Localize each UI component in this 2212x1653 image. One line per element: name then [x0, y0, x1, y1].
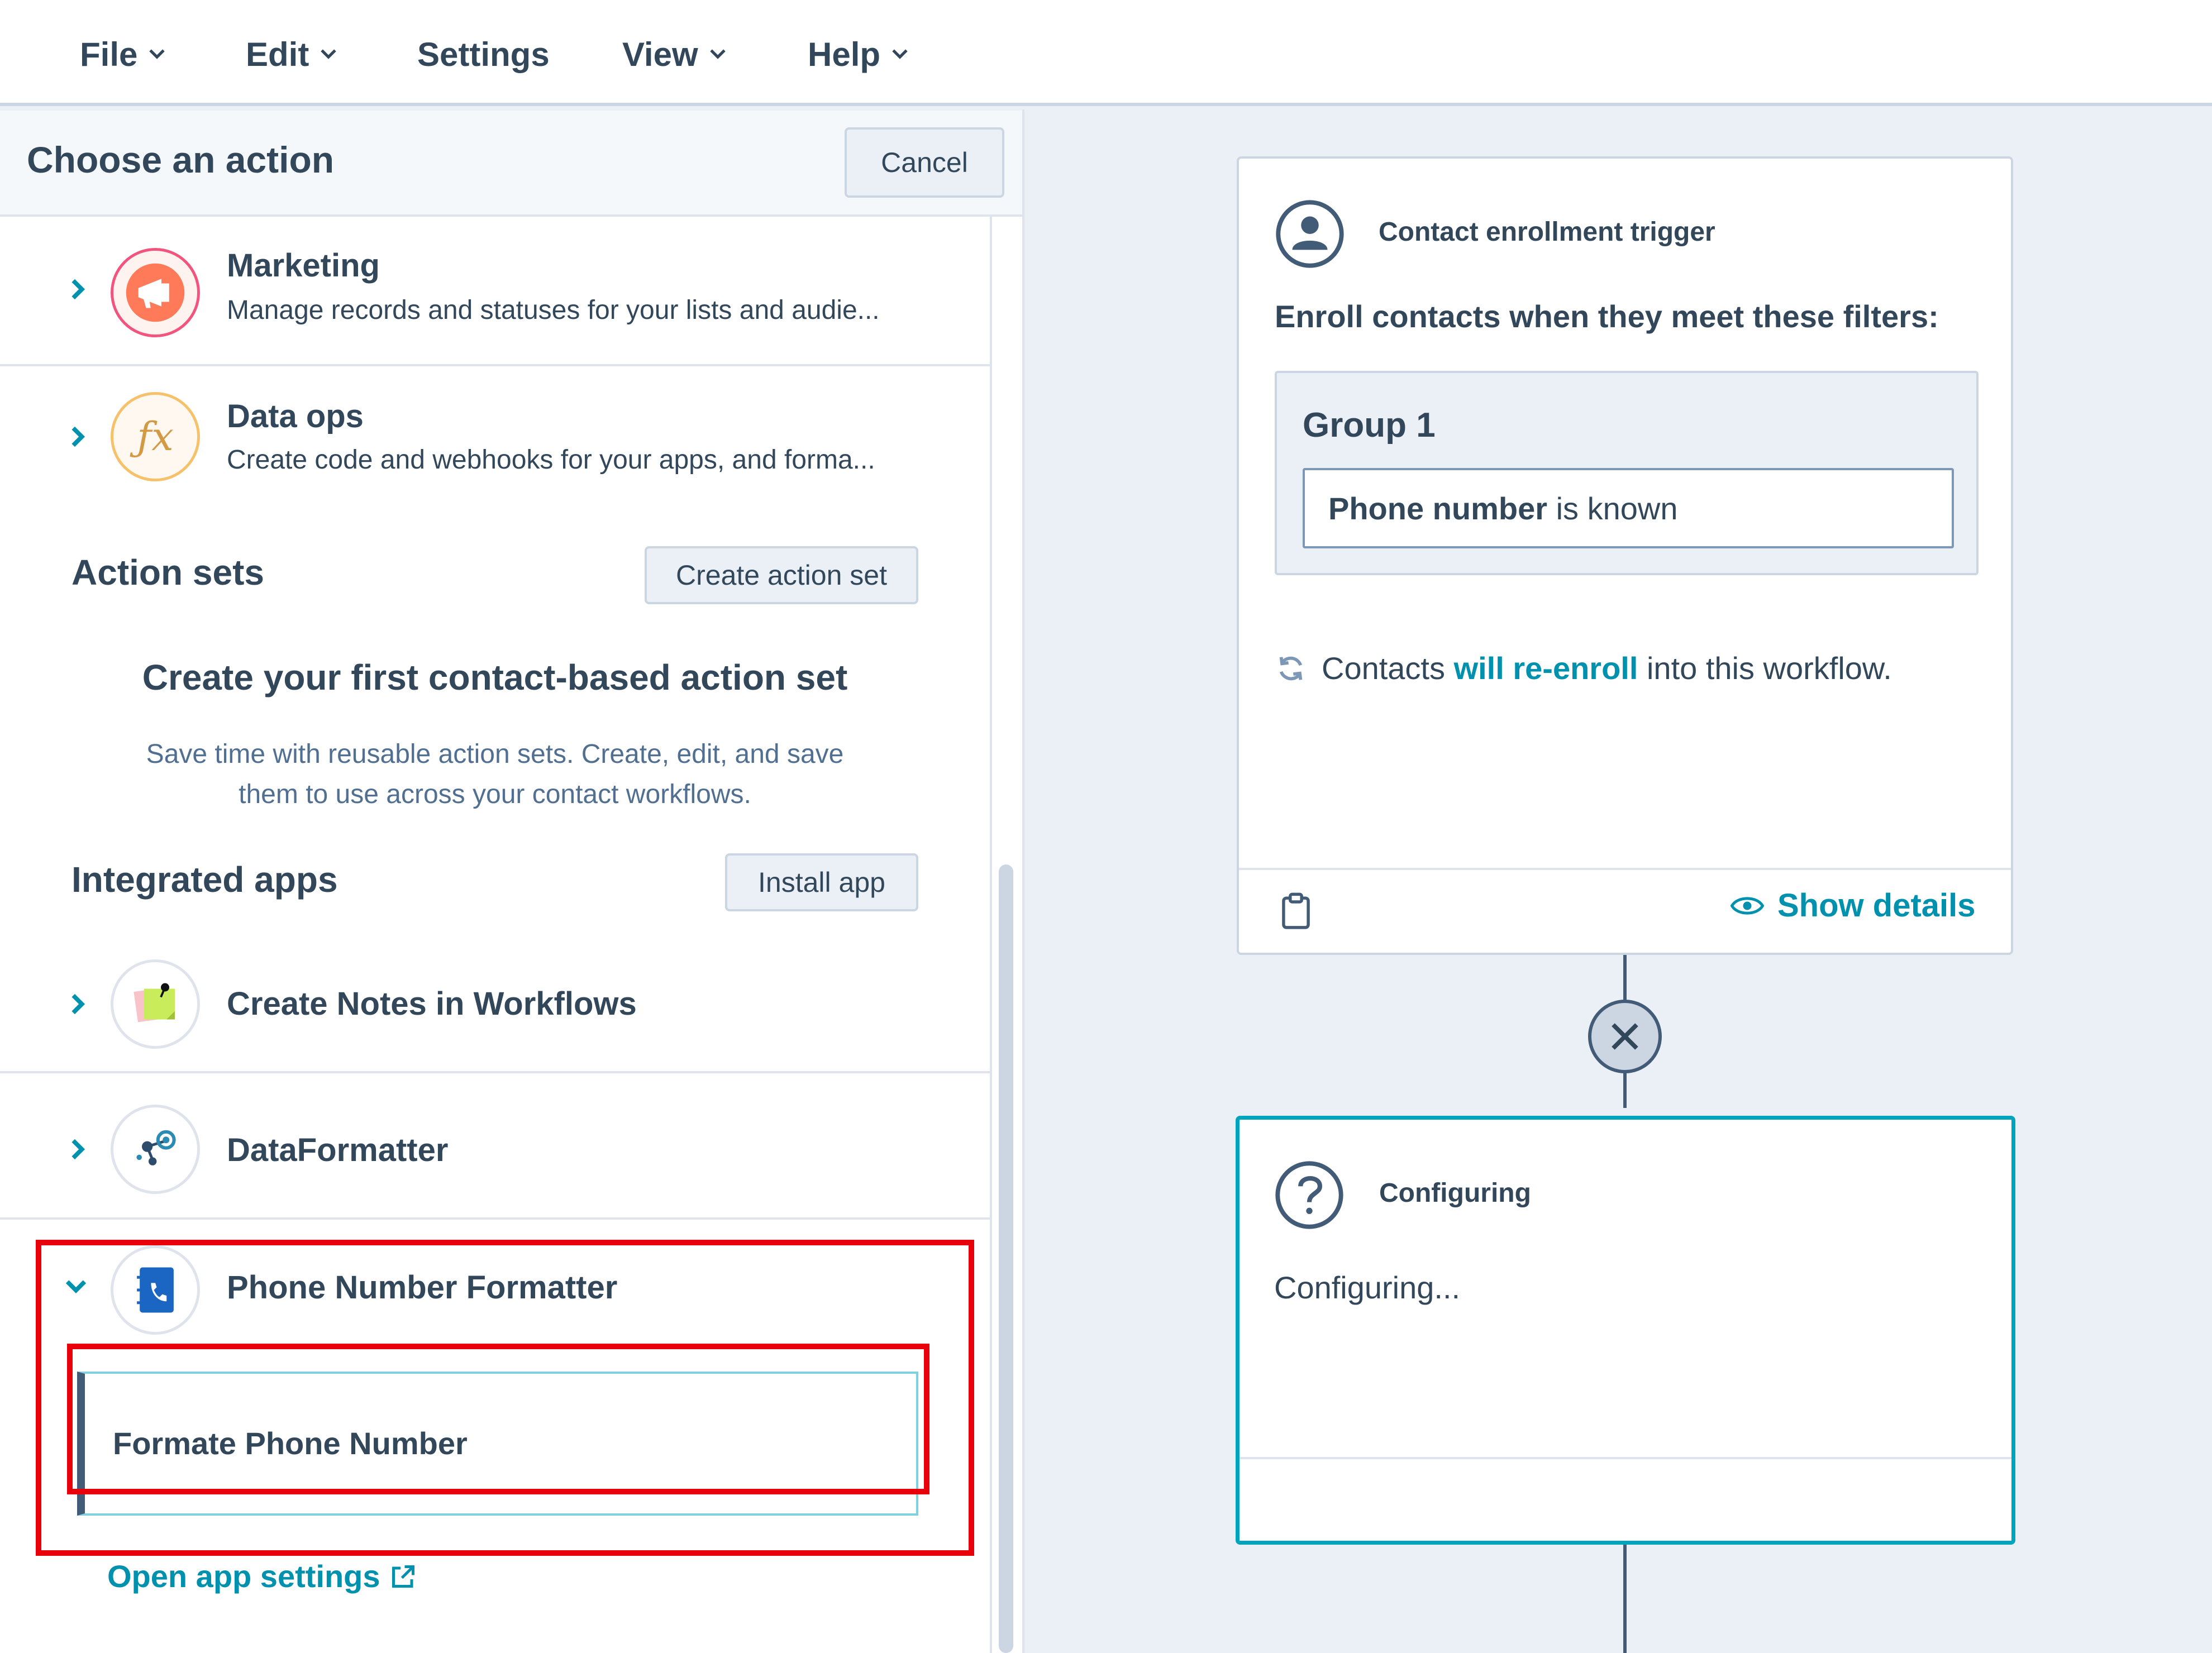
external-link-icon: [392, 1565, 414, 1588]
connector-line: [1623, 1545, 1627, 1653]
menu-settings[interactable]: Settings: [417, 29, 550, 79]
show-details-link[interactable]: Show details: [1730, 887, 1976, 924]
reenroll-note: Contacts will re-enroll into this workfl…: [1275, 650, 1892, 686]
question-icon: [1275, 1161, 1343, 1229]
empty-state-text-line2: them to use across your contact workflow…: [239, 780, 751, 809]
filter-condition[interactable]: Phone number is known: [1303, 468, 1954, 548]
filter-property: Phone number: [1328, 490, 1548, 526]
integrated-apps-title: Integrated apps: [71, 859, 338, 900]
reenroll-suffix: into this workflow.: [1638, 651, 1892, 686]
category-row-marketing[interactable]: Marketing Manage records and statuses fo…: [0, 217, 990, 366]
menu-edit-label: Edit: [246, 35, 309, 73]
app-name: DataFormatter: [227, 1132, 449, 1168]
create-action-set-button[interactable]: Create action set: [645, 546, 918, 604]
category-title: Data ops: [227, 398, 364, 434]
remove-action-button[interactable]: [1588, 1000, 1662, 1073]
sticky-note-icon: [111, 959, 200, 1049]
chevron-right-icon[interactable]: [66, 992, 90, 1016]
group-title: Group 1: [1303, 406, 1436, 445]
card-divider: [1240, 1457, 2011, 1459]
app-row-dataformatter[interactable]: DataFormatter: [0, 1073, 990, 1220]
menu-file-label: File: [80, 35, 138, 73]
workflow-canvas: Contact enrollment trigger Enroll contac…: [1022, 109, 2212, 1653]
trigger-label: Contact enrollment trigger: [1379, 217, 1715, 247]
empty-state-title: Create your first contact-based action s…: [142, 657, 848, 697]
clipboard-icon[interactable]: [1280, 892, 1312, 930]
category-title: Marketing: [227, 247, 380, 284]
category-row-data-ops[interactable]: ƒx Data ops Create code and webhooks for…: [0, 366, 990, 496]
function-icon: ƒx: [111, 392, 200, 481]
open-app-settings-link[interactable]: Open app settings: [107, 1558, 417, 1594]
panel-title: Choose an action: [27, 139, 335, 180]
open-app-settings-label: Open app settings: [107, 1559, 380, 1594]
install-app-button[interactable]: Install app: [725, 853, 918, 911]
trigger-card[interactable]: Contact enrollment trigger Enroll contac…: [1237, 156, 2013, 955]
reenroll-link[interactable]: will re-enroll: [1454, 650, 1638, 686]
filter-operator: is known: [1547, 490, 1678, 526]
chevron-right-icon[interactable]: [66, 277, 90, 302]
refresh-icon: [1279, 656, 1303, 680]
chevron-down-icon: [321, 49, 337, 59]
category-description: Manage records and statuses for your lis…: [227, 295, 880, 325]
action-sets-title: Action sets: [71, 552, 264, 593]
action-panel: Choose an action Cancel Marketing Manage…: [0, 111, 1022, 1653]
contact-icon: [1276, 200, 1344, 268]
empty-state-text-line1: Save time with reusable action sets. Cre…: [146, 739, 844, 769]
reenroll-prefix: Contacts: [1322, 651, 1454, 686]
close-icon: [1612, 1023, 1638, 1050]
data-nodes-icon: [111, 1105, 200, 1194]
menu-help[interactable]: Help: [808, 29, 909, 79]
card-divider: [1239, 868, 2011, 870]
panel-header: Choose an action Cancel: [0, 111, 1022, 217]
cancel-button[interactable]: Cancel: [845, 127, 1004, 198]
chevron-right-icon[interactable]: [66, 424, 90, 449]
menu-view[interactable]: View: [622, 29, 727, 79]
configuring-label: Configuring: [1379, 1178, 1531, 1208]
filter-group[interactable]: Group 1 Phone number is known: [1275, 371, 1979, 575]
menu-file[interactable]: File: [80, 29, 166, 79]
menu-edit[interactable]: Edit: [246, 29, 338, 79]
highlight-box-action: [67, 1344, 929, 1494]
chevron-down-icon: [709, 49, 726, 59]
menu-view-label: View: [622, 35, 698, 73]
category-description: Create code and webhooks for your apps, …: [227, 445, 875, 475]
chevron-down-icon: [149, 49, 165, 59]
eye-icon: [1730, 897, 1764, 914]
chevron-down-icon: [892, 49, 908, 59]
chevron-right-icon[interactable]: [66, 1137, 90, 1162]
app-row-create-notes[interactable]: Create Notes in Workflows: [0, 934, 990, 1073]
scrollbar-thumb[interactable]: [999, 864, 1013, 1653]
menu-help-label: Help: [808, 35, 881, 73]
configuring-body: Configuring...: [1274, 1270, 1461, 1305]
app-name: Create Notes in Workflows: [227, 986, 637, 1022]
megaphone-icon: [111, 248, 200, 337]
menu-bar: File Edit Settings View Help: [0, 0, 2212, 106]
menu-settings-label: Settings: [417, 35, 550, 73]
trigger-heading: Enroll contacts when they meet these fil…: [1275, 299, 1939, 334]
configuring-card[interactable]: Configuring Configuring...: [1236, 1116, 2015, 1545]
show-details-label: Show details: [1777, 887, 1976, 924]
